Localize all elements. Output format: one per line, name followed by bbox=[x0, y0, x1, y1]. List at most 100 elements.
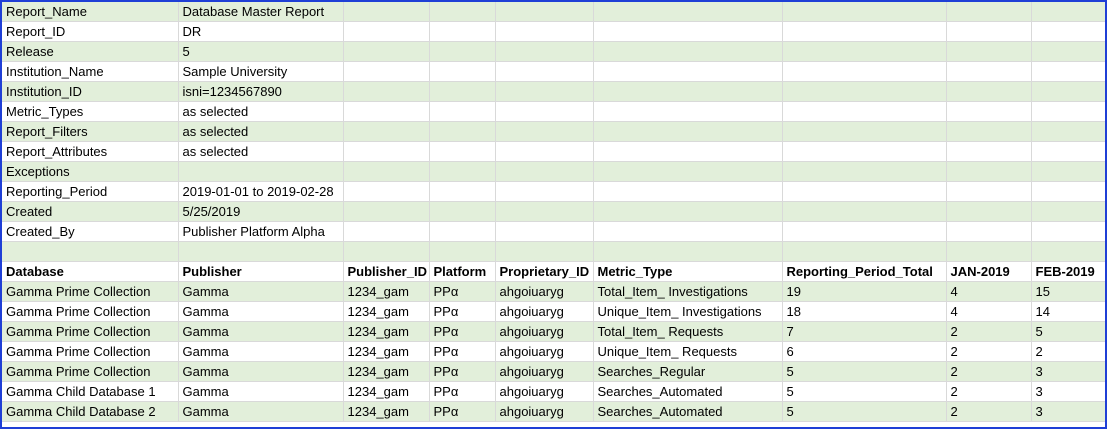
cell[interactable]: FEB-2019 bbox=[1031, 261, 1105, 282]
cell[interactable] bbox=[593, 221, 783, 242]
cell[interactable] bbox=[782, 241, 947, 262]
cell[interactable] bbox=[495, 241, 594, 262]
cell[interactable]: 1234_gam bbox=[343, 281, 430, 302]
cell[interactable]: 4 bbox=[946, 301, 1032, 322]
cell[interactable]: Gamma bbox=[178, 281, 344, 302]
cell[interactable]: Gamma Child Database 2 bbox=[2, 401, 179, 422]
cell[interactable]: Searches_Automated bbox=[593, 381, 783, 402]
cell[interactable]: Created bbox=[2, 201, 179, 222]
cell[interactable] bbox=[429, 101, 496, 122]
cell[interactable] bbox=[343, 201, 430, 222]
cell[interactable] bbox=[343, 61, 430, 82]
cell[interactable] bbox=[782, 2, 947, 22]
cell[interactable]: 5/25/2019 bbox=[178, 201, 344, 222]
cell[interactable] bbox=[1031, 201, 1105, 222]
cell[interactable]: Database Master Report bbox=[178, 2, 344, 22]
cell[interactable] bbox=[1031, 21, 1105, 42]
cell[interactable] bbox=[343, 181, 430, 202]
cell[interactable]: Platform bbox=[429, 261, 496, 282]
cell[interactable] bbox=[946, 21, 1032, 42]
cell[interactable]: 1234_gam bbox=[343, 301, 430, 322]
cell[interactable] bbox=[593, 61, 783, 82]
cell[interactable]: 14 bbox=[1031, 301, 1105, 322]
cell[interactable] bbox=[1031, 101, 1105, 122]
cell[interactable]: 5 bbox=[178, 41, 344, 62]
cell[interactable]: 1234_gam bbox=[343, 341, 430, 362]
cell[interactable] bbox=[593, 241, 783, 262]
cell[interactable] bbox=[495, 61, 594, 82]
cell[interactable] bbox=[593, 41, 783, 62]
cell[interactable] bbox=[495, 221, 594, 242]
cell[interactable]: Gamma Prime Collection bbox=[2, 321, 179, 342]
cell[interactable] bbox=[782, 141, 947, 162]
cell[interactable]: PPα bbox=[429, 401, 496, 422]
cell[interactable] bbox=[343, 41, 430, 62]
cell[interactable] bbox=[429, 201, 496, 222]
cell[interactable] bbox=[495, 21, 594, 42]
cell[interactable]: 1234_gam bbox=[343, 361, 430, 382]
cell[interactable]: Release bbox=[2, 41, 179, 62]
cell[interactable]: 2 bbox=[946, 381, 1032, 402]
cell[interactable] bbox=[1031, 41, 1105, 62]
cell[interactable]: as selected bbox=[178, 141, 344, 162]
cell[interactable]: Metric_Types bbox=[2, 101, 179, 122]
cell[interactable] bbox=[946, 61, 1032, 82]
cell[interactable] bbox=[1031, 61, 1105, 82]
cell[interactable] bbox=[495, 121, 594, 142]
cell[interactable]: DR bbox=[178, 21, 344, 42]
cell[interactable] bbox=[782, 121, 947, 142]
cell[interactable]: 1234_gam bbox=[343, 321, 430, 342]
cell[interactable]: Report_ID bbox=[2, 21, 179, 42]
cell[interactable] bbox=[782, 221, 947, 242]
cell[interactable] bbox=[178, 161, 344, 182]
cell[interactable] bbox=[782, 181, 947, 202]
cell[interactable] bbox=[495, 101, 594, 122]
cell[interactable]: Gamma Prime Collection bbox=[2, 341, 179, 362]
cell[interactable] bbox=[782, 201, 947, 222]
cell[interactable]: Gamma bbox=[178, 301, 344, 322]
cell[interactable] bbox=[593, 121, 783, 142]
cell[interactable] bbox=[429, 41, 496, 62]
cell[interactable]: Gamma bbox=[178, 401, 344, 422]
cell[interactable]: ahgoiuaryg bbox=[495, 301, 594, 322]
cell[interactable] bbox=[782, 21, 947, 42]
cell[interactable]: Gamma bbox=[178, 341, 344, 362]
cell[interactable]: isni=1234567890 bbox=[178, 81, 344, 102]
cell[interactable] bbox=[593, 141, 783, 162]
cell[interactable]: 1234_gam bbox=[343, 401, 430, 422]
cell[interactable] bbox=[429, 221, 496, 242]
cell[interactable] bbox=[1031, 181, 1105, 202]
cell[interactable]: Total_Item_ Requests bbox=[593, 321, 783, 342]
cell[interactable]: as selected bbox=[178, 121, 344, 142]
cell[interactable] bbox=[2, 241, 179, 262]
cell[interactable] bbox=[429, 241, 496, 262]
cell[interactable] bbox=[343, 241, 430, 262]
cell[interactable] bbox=[343, 221, 430, 242]
cell[interactable]: Report_Attributes bbox=[2, 141, 179, 162]
cell[interactable] bbox=[946, 2, 1032, 22]
cell[interactable]: ahgoiuaryg bbox=[495, 281, 594, 302]
cell[interactable]: Total_Item_ Investigations bbox=[593, 281, 783, 302]
cell[interactable] bbox=[178, 241, 344, 262]
cell[interactable] bbox=[429, 81, 496, 102]
cell[interactable]: 18 bbox=[782, 301, 947, 322]
cell[interactable]: 2019-01-01 to 2019-02-28 bbox=[178, 181, 344, 202]
cell[interactable]: Gamma bbox=[178, 381, 344, 402]
cell[interactable] bbox=[495, 2, 594, 22]
cell[interactable] bbox=[1031, 161, 1105, 182]
cell[interactable] bbox=[946, 41, 1032, 62]
cell[interactable] bbox=[429, 61, 496, 82]
cell[interactable]: 4 bbox=[946, 281, 1032, 302]
cell[interactable] bbox=[946, 241, 1032, 262]
cell[interactable] bbox=[1031, 241, 1105, 262]
cell[interactable] bbox=[429, 2, 496, 22]
cell[interactable]: 5 bbox=[782, 401, 947, 422]
cell[interactable]: Publisher bbox=[178, 261, 344, 282]
cell[interactable] bbox=[495, 161, 594, 182]
cell[interactable]: 5 bbox=[782, 361, 947, 382]
cell[interactable]: as selected bbox=[178, 101, 344, 122]
cell[interactable]: ahgoiuaryg bbox=[495, 401, 594, 422]
cell[interactable] bbox=[343, 2, 430, 22]
cell[interactable]: Gamma Prime Collection bbox=[2, 301, 179, 322]
cell[interactable]: PPα bbox=[429, 301, 496, 322]
